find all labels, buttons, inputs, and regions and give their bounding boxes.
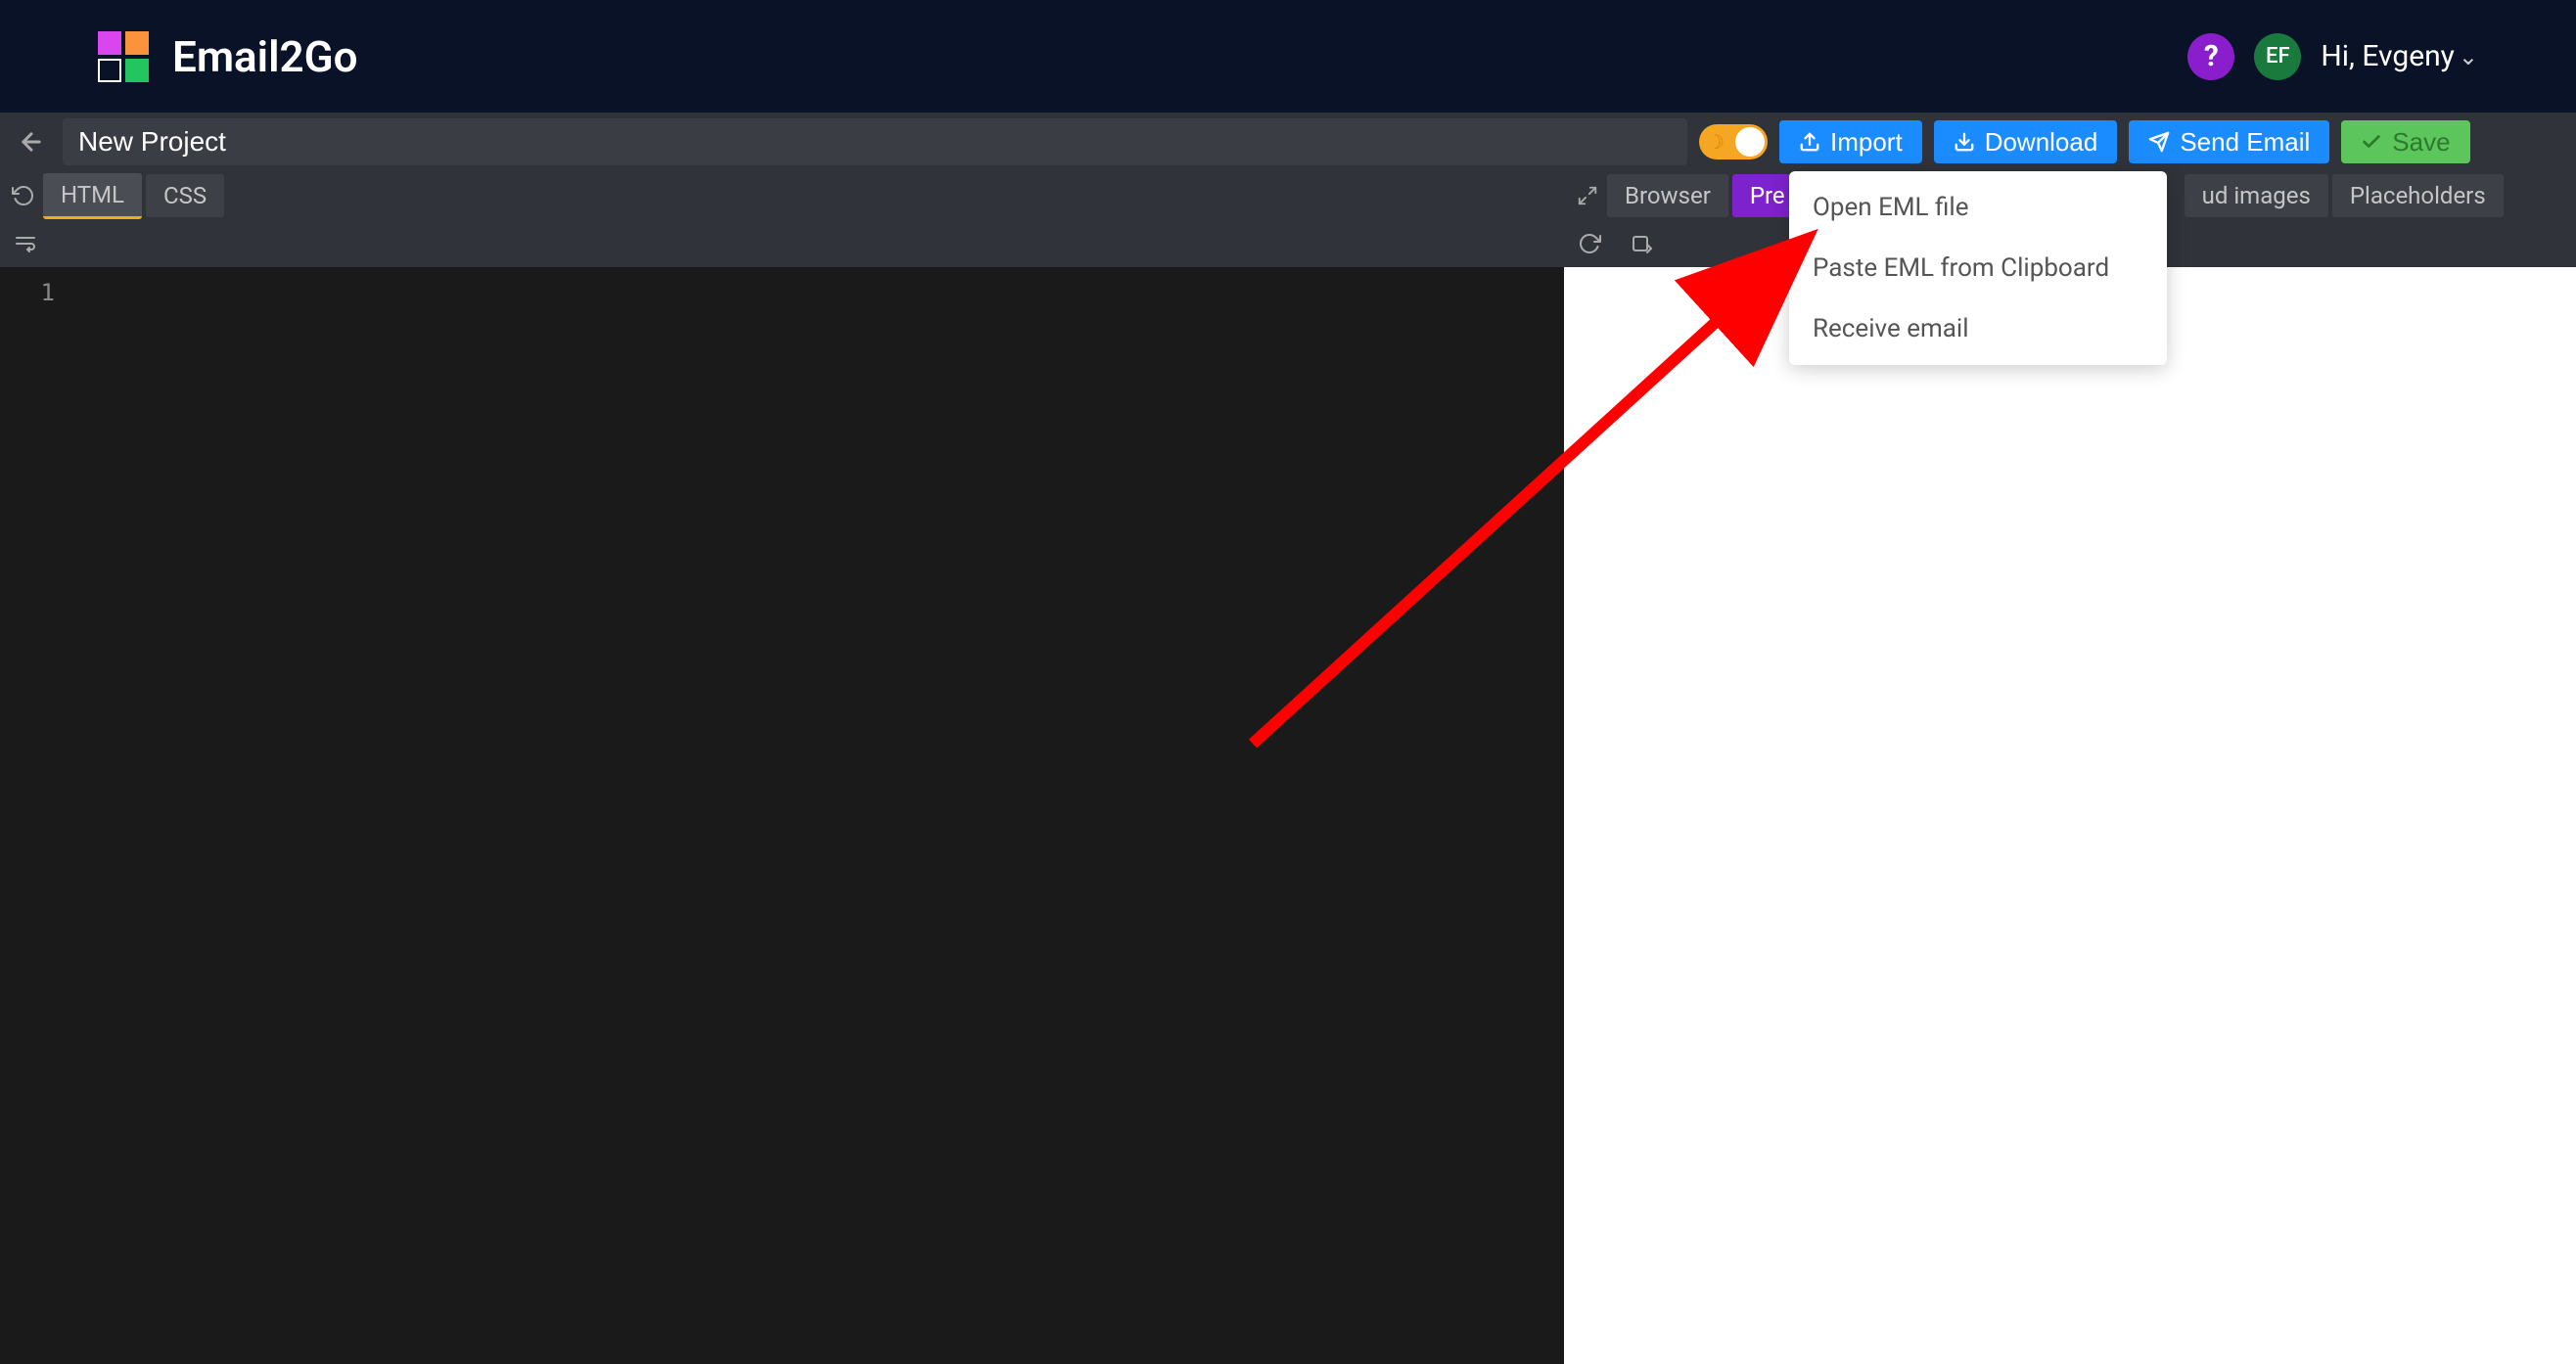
save-label: Save: [2392, 127, 2450, 158]
preview-pane: Open EML file Paste EML from Clipboard R…: [1564, 267, 2576, 1364]
chevron-down-icon: ⌄: [2459, 43, 2478, 70]
expand-icon[interactable]: [1568, 185, 1607, 206]
greeting-text: Hi, Evgeny: [2321, 39, 2455, 73]
wrap-text-icon[interactable]: [4, 232, 47, 255]
tab-bar: HTML CSS Browser Pre ud images Placehold…: [0, 171, 2576, 220]
code-editor[interactable]: 1: [0, 267, 1564, 1364]
dropdown-item-open-eml[interactable]: Open EML file: [1789, 177, 2167, 238]
back-button[interactable]: [12, 128, 51, 156]
tab-html[interactable]: HTML: [43, 173, 142, 219]
send-email-button[interactable]: Send Email: [2129, 120, 2329, 163]
tab-browser[interactable]: Browser: [1607, 174, 1728, 217]
user-greeting-menu[interactable]: Hi, Evgeny ⌄: [2321, 39, 2478, 73]
avatar[interactable]: EF: [2254, 33, 2301, 80]
open-external-icon[interactable]: [1621, 232, 1664, 255]
tab-css[interactable]: CSS: [146, 174, 224, 217]
project-title-input[interactable]: [63, 118, 1687, 165]
brand-name: Email2Go: [172, 31, 358, 82]
download-label: Download: [1985, 127, 2098, 158]
import-label: Import: [1830, 127, 1903, 158]
dropdown-item-paste-eml[interactable]: Paste EML from Clipboard: [1789, 238, 2167, 298]
refresh-icon[interactable]: [1568, 232, 1611, 255]
upload-icon: [1799, 131, 1820, 153]
logo-mark: [98, 31, 149, 82]
theme-toggle[interactable]: ☽: [1699, 124, 1768, 159]
brand-logo[interactable]: Email2Go: [98, 31, 358, 82]
download-icon: [1954, 131, 1975, 153]
top-header: Email2Go ? EF Hi, Evgeny ⌄: [0, 0, 2576, 113]
import-dropdown: Open EML file Paste EML from Clipboard R…: [1789, 171, 2167, 365]
main-content: 1 Open EML file Paste EML from Clipboard…: [0, 267, 2576, 1364]
secondary-toolbar: [0, 220, 2576, 267]
send-email-label: Send Email: [2180, 127, 2310, 158]
project-toolbar: ☽ Import Download Send Email Save: [0, 113, 2576, 171]
save-button[interactable]: Save: [2341, 120, 2469, 163]
editor-tabs: HTML CSS: [0, 173, 228, 219]
moon-icon: ☽: [1707, 130, 1725, 154]
dropdown-item-receive-email[interactable]: Receive email: [1789, 298, 2167, 359]
tab-placeholders[interactable]: Placeholders: [2332, 174, 2504, 217]
user-menu-area: ? EF Hi, Evgeny ⌄: [2187, 33, 2478, 80]
send-icon: [2148, 131, 2170, 153]
import-button[interactable]: Import: [1779, 120, 1922, 163]
help-icon[interactable]: ?: [2187, 33, 2234, 80]
tab-cloud-images[interactable]: ud images: [2185, 174, 2328, 217]
line-number: 1: [0, 279, 69, 306]
history-icon[interactable]: [4, 184, 43, 207]
check-icon: [2361, 131, 2382, 153]
download-button[interactable]: Download: [1934, 120, 2118, 163]
code-text-area[interactable]: [69, 267, 1564, 1364]
line-gutter: 1: [0, 267, 69, 1364]
